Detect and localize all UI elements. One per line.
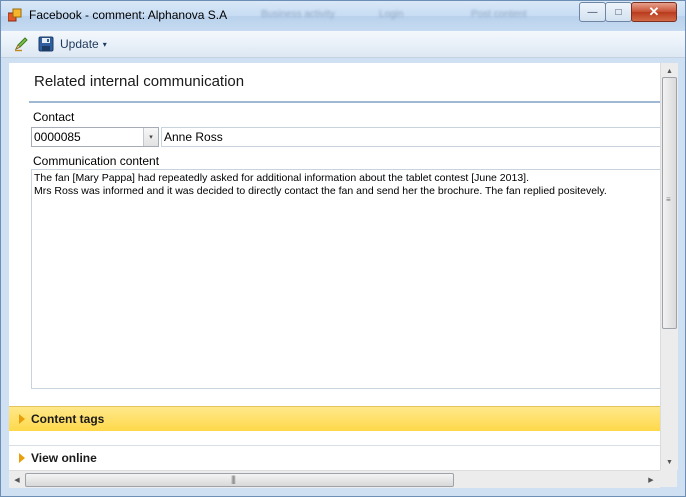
- contact-name-field[interactable]: Anne Ross: [161, 127, 660, 147]
- communication-content-textarea[interactable]: The fan [Mary Pappa] had repeatedly aske…: [31, 169, 660, 389]
- horizontal-scrollbar[interactable]: ◀ ||| ▶: [9, 470, 660, 488]
- scroll-right-arrow-icon[interactable]: ▶: [643, 471, 659, 488]
- update-menu-button[interactable]: Update ▾: [60, 37, 107, 51]
- contact-id-dropdown[interactable]: 0000085 ▾: [31, 127, 159, 147]
- horizontal-scroll-thumb[interactable]: |||: [25, 473, 454, 487]
- section-title: Related internal communication: [34, 73, 245, 90]
- view-online-panel-header[interactable]: View online: [9, 445, 660, 470]
- contact-id-value: 0000085: [34, 130, 81, 144]
- save-disk-icon[interactable]: [38, 36, 54, 52]
- section-divider: [29, 101, 660, 103]
- toolbar: Update ▾: [1, 31, 685, 58]
- maximize-button[interactable]: □: [605, 2, 632, 22]
- chevron-down-icon: ▾: [102, 40, 107, 50]
- communication-line-2: Mrs Ross was informed and it was decided…: [34, 185, 607, 197]
- title-bar[interactable]: Facebook - comment: Alphanova S.A Busine…: [1, 1, 685, 31]
- window-title: Facebook - comment: Alphanova S.A: [29, 8, 228, 22]
- background-tab-3: Post content: [471, 9, 527, 20]
- content-tags-panel-header[interactable]: Content tags: [9, 406, 660, 431]
- pencil-icon[interactable]: [13, 36, 29, 52]
- grip-icon: ≡: [666, 195, 671, 204]
- contact-name-value: Anne Ross: [164, 130, 223, 144]
- contact-label: Contact: [33, 110, 75, 124]
- scroll-left-arrow-icon[interactable]: ◀: [9, 471, 25, 488]
- scroll-down-arrow-icon[interactable]: ▼: [661, 454, 678, 470]
- grip-icon: |||: [231, 474, 236, 484]
- communication-label: Communication content: [33, 154, 160, 168]
- scrollbar-corner: [660, 470, 677, 487]
- close-button[interactable]: ✕: [631, 2, 677, 22]
- background-tab-1: Business activity: [261, 9, 335, 20]
- dropdown-arrow-icon[interactable]: ▾: [143, 128, 158, 146]
- view-online-label: View online: [31, 451, 97, 465]
- update-label: Update: [60, 37, 99, 51]
- expand-triangle-icon: [19, 414, 25, 424]
- app-icon: [8, 8, 22, 22]
- form-content: Related internal communication Contact 0…: [9, 63, 660, 470]
- vertical-scroll-thumb[interactable]: ≡: [662, 77, 677, 329]
- vertical-scrollbar[interactable]: ▲ ≡ ▼: [660, 63, 678, 470]
- app-window: Facebook - comment: Alphanova S.A Busine…: [0, 0, 686, 497]
- minimize-button[interactable]: —: [579, 2, 606, 22]
- expand-triangle-icon: [19, 453, 25, 463]
- background-tab-2: Login: [379, 9, 404, 20]
- content-tags-label: Content tags: [31, 412, 105, 426]
- communication-line-1: The fan [Mary Pappa] had repeatedly aske…: [34, 172, 529, 184]
